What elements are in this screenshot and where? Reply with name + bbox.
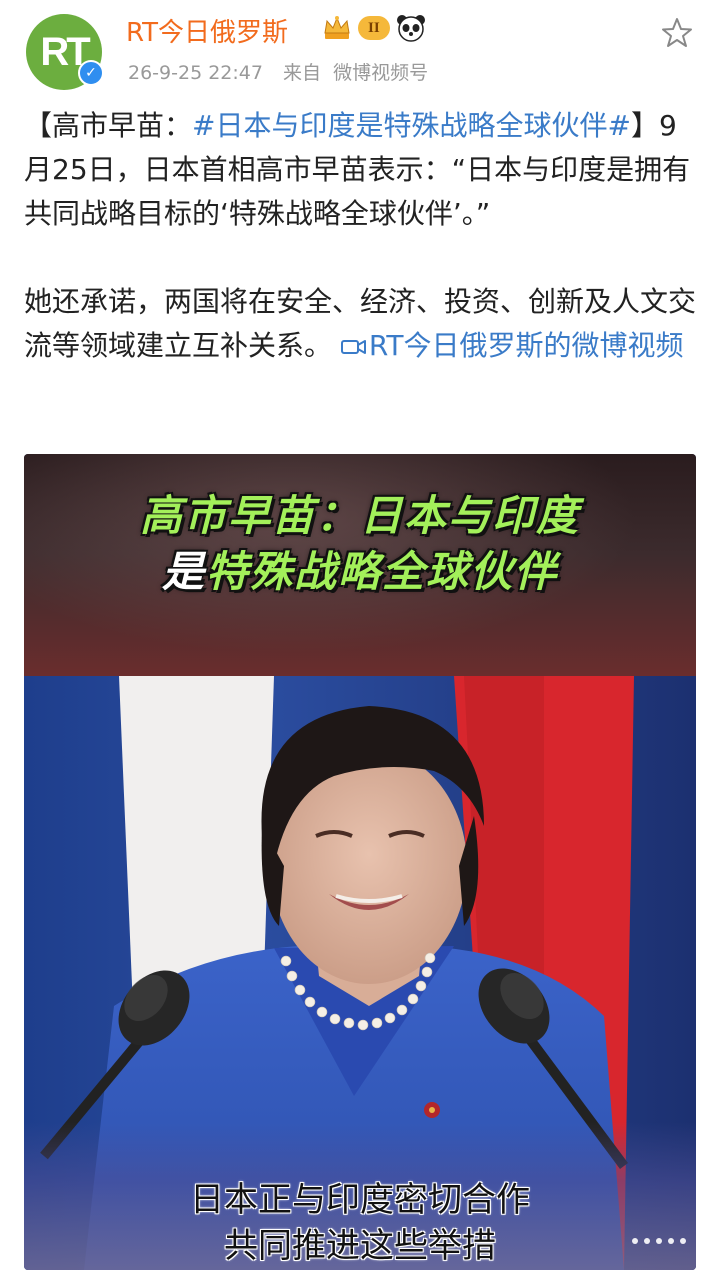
author-badges: II	[322, 14, 426, 42]
post-body: 【高市早苗：#日本与印度是特殊战略全球伙伴#】9月25日，日本首相高市早苗表示：…	[24, 104, 696, 368]
post-source[interactable]: 微博视频号	[333, 62, 428, 84]
video-link-label: RT今日俄罗斯的微博视频	[368, 329, 684, 362]
favorite-star-icon[interactable]	[660, 16, 694, 50]
verified-icon: ✓	[78, 60, 104, 86]
video-player[interactable]: 高市早苗：日本与印度 是特殊战略全球伙伴 日本正与印度密切合作 共同推进这些举措	[24, 454, 696, 1270]
post-meta: 26-9-25 22:47 来自 微博视频号	[128, 58, 442, 85]
author-name[interactable]: RT今日俄罗斯	[126, 12, 288, 49]
headline-line2-rest: 特殊战略全球伙伴	[206, 547, 559, 596]
video-headline-line2: 是特殊战略全球伙伴	[24, 538, 696, 599]
post-timestamp: 26-9-25 22:47	[128, 62, 263, 84]
crown-icon	[324, 16, 350, 39]
post-paragraph-2: 她还承诺，两国将在安全、经济、投资、创新及人文交流等领域建立互补关系。 RT今日…	[24, 280, 696, 368]
more-options-icon[interactable]	[632, 1238, 686, 1244]
video-subtitle-line2: 共同推进这些举措	[224, 1226, 496, 1266]
panda-icon	[396, 15, 425, 42]
source-prefix: 来自	[283, 62, 322, 84]
video-link[interactable]: RT今日俄罗斯的微博视频	[340, 329, 684, 362]
video-headline-line1: 高市早苗：日本与印度	[139, 491, 580, 540]
topic-link[interactable]: #日本与印度是特殊战略全球伙伴#	[192, 109, 631, 142]
post-paragraph-1: 【高市早苗：#日本与印度是特殊战略全球伙伴#】9月25日，日本首相高市早苗表示：…	[24, 104, 696, 236]
video-subtitle-line1: 日本正与印度密切合作	[190, 1180, 530, 1220]
post-header: RT ✓ RT今日俄罗斯 II 26-9-25 22:47 来自 微博视频号	[0, 0, 708, 100]
video-camera-icon	[340, 340, 366, 354]
level-badge: II	[358, 16, 390, 40]
bracket-open: 【高市早苗：	[24, 109, 193, 142]
headline-white-char: 是	[161, 547, 206, 596]
